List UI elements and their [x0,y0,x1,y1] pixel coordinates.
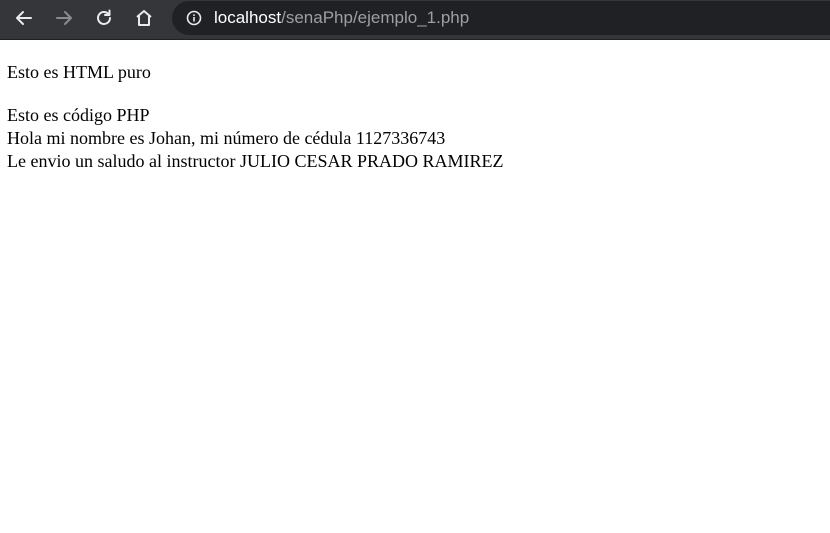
php-line: Esto es código PHP [7,105,150,125]
reload-icon [97,9,111,25]
info-icon[interactable] [186,10,202,26]
url-host: localhost [214,8,282,27]
browser-toolbar: localhost/senaPhp/ejemplo_1.php [0,0,830,40]
name-line: Hola mi nombre es Johan, mi número de cé… [7,128,446,148]
url-text[interactable]: localhost/senaPhp/ejemplo_1.php [214,1,469,35]
url-path: /senaPhp/ejemplo_1.php [281,8,470,27]
back-arrow-icon [16,11,32,25]
reload-button[interactable] [90,6,118,30]
page-content: Esto es HTML puro Esto es código PHP Hol… [0,40,830,533]
back-button[interactable] [10,6,38,30]
address-bar[interactable]: localhost/senaPhp/ejemplo_1.php [172,1,830,35]
greeting-line: Le envio un saludo al instructor JULIO C… [7,151,504,171]
forward-arrow-icon [56,11,72,25]
html-line: Esto es HTML puro [7,62,151,82]
forward-button[interactable] [50,6,78,30]
home-icon [136,10,152,26]
home-button[interactable] [130,6,158,30]
